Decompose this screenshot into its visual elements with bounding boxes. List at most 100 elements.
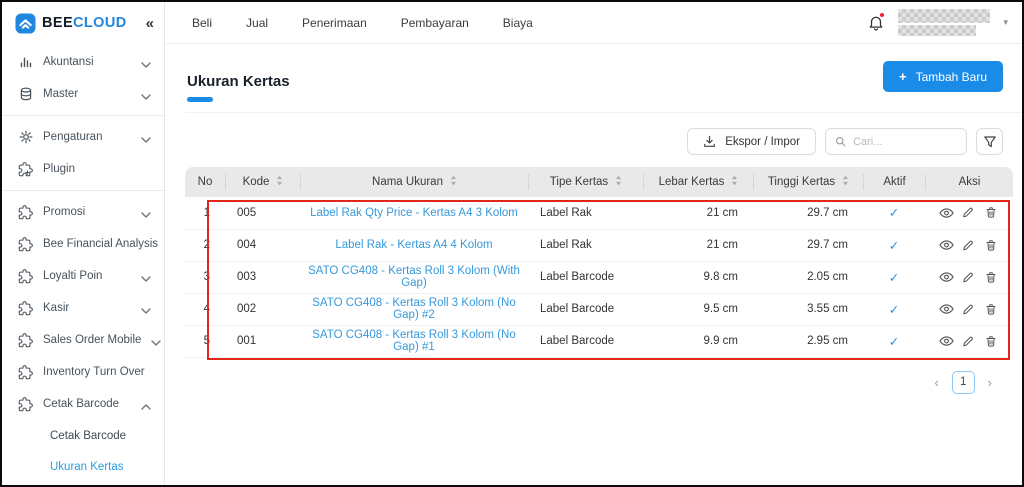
- sidebar-item-label: Akuntansi: [43, 56, 94, 68]
- sidebar-item-inventory-turn-over[interactable]: Inventory Turn Over: [2, 356, 164, 388]
- edit-pencil-icon[interactable]: [962, 206, 977, 219]
- export-import-button[interactable]: Ekspor / Impor: [687, 128, 816, 155]
- sidebar-subitem-label: Ukuran Kertas: [50, 460, 124, 473]
- column-label: Lebar Kertas: [658, 176, 725, 188]
- cell-no: 5: [185, 325, 225, 358]
- sidebar-item-kasir[interactable]: Kasir: [2, 292, 164, 324]
- puzzle-icon: [18, 204, 33, 220]
- title-active-indicator: [187, 97, 213, 102]
- sidebar-item-cetak-barcode[interactable]: Cetak Barcode: [2, 388, 164, 420]
- paper-size-link[interactable]: Label Rak Qty Price - Kertas A4 3 Kolom: [310, 207, 518, 219]
- column-header-kode[interactable]: Kode: [225, 167, 300, 197]
- sidebar-item-master[interactable]: Master: [2, 78, 164, 110]
- active-check-icon: ✓: [888, 206, 900, 221]
- topnav-item-penerimaan[interactable]: Penerimaan: [285, 16, 384, 30]
- topnav-item-biaya[interactable]: Biaya: [486, 16, 550, 30]
- sidebar-item-label: Kasir: [43, 302, 70, 314]
- view-eye-icon[interactable]: [938, 206, 954, 219]
- sidebar-subitem-ukuran-kertas[interactable]: Ukuran Kertas: [2, 451, 164, 482]
- user-name-redacted: [898, 9, 991, 23]
- search-input[interactable]: [853, 135, 957, 148]
- edit-pencil-icon[interactable]: [962, 335, 977, 348]
- sidebar-item-pengaturan[interactable]: Pengaturan: [2, 121, 164, 153]
- sidebar-item-plugin[interactable]: Plugin: [2, 153, 164, 185]
- view-eye-icon[interactable]: [938, 271, 954, 284]
- sidebar-item-label: Inventory Turn Over: [43, 366, 145, 378]
- column-label: Tipe Kertas: [549, 176, 609, 188]
- sort-icon[interactable]: [276, 175, 283, 189]
- sort-icon[interactable]: [615, 175, 622, 189]
- column-header-nama[interactable]: Nama Ukuran: [300, 167, 528, 197]
- active-check-icon: ✓: [888, 238, 900, 253]
- cell-value: Label Rak: [540, 239, 592, 251]
- cell-aksi: [925, 261, 1013, 294]
- sidebar-item-loyalti-poin[interactable]: Loyalti Poin: [2, 260, 164, 292]
- chevron-up-icon: [141, 401, 151, 410]
- user-menu[interactable]: [898, 9, 991, 36]
- edit-pencil-icon[interactable]: [962, 239, 977, 252]
- delete-trash-icon[interactable]: [985, 239, 1000, 252]
- cell-value: 9.9 cm: [703, 335, 738, 347]
- topnav-item-jual[interactable]: Jual: [229, 16, 285, 30]
- cell-value: Label Barcode: [540, 271, 615, 283]
- sidebar-collapse-icon[interactable]: «: [146, 15, 154, 32]
- cell-value: 001: [237, 335, 257, 347]
- delete-trash-icon[interactable]: [985, 335, 1000, 348]
- sidebar-item-label: Sales Order Mobile: [43, 334, 142, 346]
- sort-icon[interactable]: [842, 175, 849, 189]
- topnav-item-beli[interactable]: Beli: [175, 16, 229, 30]
- user-menu-caret-icon[interactable]: ▾: [1003, 17, 1008, 28]
- pagination-page-1[interactable]: 1: [951, 370, 975, 394]
- view-eye-icon[interactable]: [938, 239, 954, 252]
- delete-trash-icon[interactable]: [985, 303, 1000, 316]
- column-label: Kode: [242, 176, 270, 188]
- cell-lebar: 21 cm: [643, 197, 753, 230]
- view-eye-icon[interactable]: [938, 335, 954, 348]
- cell-no: 4: [185, 293, 225, 326]
- sort-icon[interactable]: [731, 175, 738, 189]
- topnav-item-pembayaran[interactable]: Pembayaran: [384, 16, 486, 30]
- column-header-tinggi[interactable]: Tinggi Kertas: [753, 167, 863, 197]
- column-header-lebar[interactable]: Lebar Kertas: [643, 167, 753, 197]
- column-label: Aktif: [883, 176, 906, 188]
- page-content: Ukuran Kertas + Tambah Baru Ekspor / Imp…: [165, 44, 1022, 485]
- column-label: Tinggi Kertas: [767, 176, 836, 188]
- filter-button[interactable]: [976, 128, 1003, 155]
- cell-tipe: Label Barcode: [528, 261, 643, 294]
- delete-trash-icon[interactable]: [985, 271, 1000, 284]
- paper-size-link[interactable]: SATO CG408 - Kertas Roll 3 Kolom (With G…: [308, 265, 520, 289]
- cell-nama: SATO CG408 - Kertas Roll 3 Kolom (With G…: [300, 261, 528, 294]
- column-label: Aksi: [958, 176, 981, 188]
- column-header-tipe[interactable]: Tipe Kertas: [528, 167, 643, 197]
- pagination-next-icon[interactable]: ›: [988, 376, 992, 389]
- pagination-prev-icon[interactable]: ‹: [934, 376, 938, 389]
- search-icon: [836, 136, 846, 147]
- sidebar-item-akuntansi[interactable]: Akuntansi: [2, 46, 164, 78]
- database-icon: [18, 87, 33, 102]
- view-eye-icon[interactable]: [938, 303, 954, 316]
- cell-aktif: ✓: [863, 261, 925, 294]
- sidebar-item-bee-financial-analysis[interactable]: Bee Financial Analysis: [2, 228, 164, 260]
- sidebar-subitem-cetak-barcode[interactable]: Cetak Barcode: [2, 420, 164, 451]
- paper-size-link[interactable]: SATO CG408 - Kertas Roll 3 Kolom (No Gap…: [312, 297, 515, 321]
- chevron-down-icon: [141, 273, 151, 282]
- cell-tinggi: 29.7 cm: [753, 197, 863, 230]
- cell-value: 21 cm: [706, 206, 738, 219]
- sidebar-item-sales-order-mobile[interactable]: Sales Order Mobile: [2, 324, 164, 356]
- edit-pencil-icon[interactable]: [962, 271, 977, 284]
- cell-no: 1: [185, 197, 225, 230]
- paper-size-link[interactable]: SATO CG408 - Kertas Roll 3 Kolom (No Gap…: [312, 329, 515, 353]
- gear-icon: [18, 130, 33, 145]
- delete-trash-icon[interactable]: [985, 206, 1000, 219]
- add-new-button[interactable]: + Tambah Baru: [883, 61, 1003, 92]
- chevron-down-icon: [141, 59, 151, 68]
- edit-pencil-icon[interactable]: [962, 303, 977, 316]
- notification-bell-icon[interactable]: [867, 12, 886, 32]
- puzzle-plus-icon: [18, 161, 33, 177]
- paper-size-link[interactable]: Label Rak - Kertas A4 4 Kolom: [335, 239, 492, 251]
- cell-no: 3: [185, 261, 225, 294]
- pagination: ‹ 1 ›: [185, 370, 992, 394]
- sort-icon[interactable]: [450, 175, 457, 189]
- sidebar-item-promosi[interactable]: Promosi: [2, 196, 164, 228]
- cell-value: 005: [237, 206, 257, 219]
